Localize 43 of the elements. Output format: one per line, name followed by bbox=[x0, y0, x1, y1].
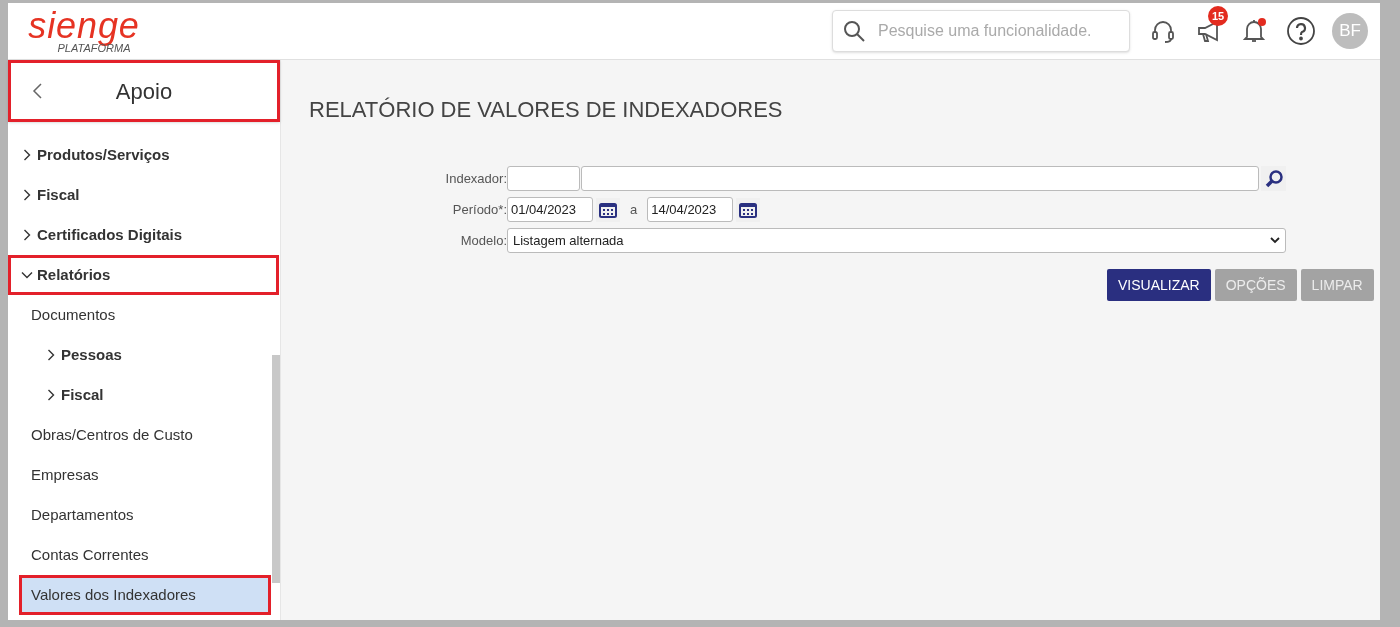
action-button[interactable]: VISUALIZAR bbox=[1107, 269, 1211, 301]
field-label: Modelo: bbox=[459, 231, 507, 250]
back-icon[interactable] bbox=[31, 82, 43, 100]
chevron-right-icon bbox=[45, 349, 57, 361]
menu-item[interactable]: Relatórios bbox=[8, 255, 279, 295]
logo: sienge PLATAFORMA bbox=[27, 8, 141, 54]
date-input-field[interactable]: 14/04/2023 bbox=[647, 197, 734, 222]
sidebar-title: Apoio bbox=[114, 77, 174, 106]
headset-icon[interactable] bbox=[1150, 18, 1176, 44]
chevron-right-icon bbox=[21, 229, 33, 241]
menu-item[interactable]: Fiscal bbox=[19, 375, 271, 415]
search-icon bbox=[842, 19, 866, 43]
bell-icon[interactable] bbox=[1242, 18, 1266, 44]
menu-item[interactable]: Empresas bbox=[19, 455, 271, 495]
calendar-button[interactable] bbox=[736, 197, 761, 222]
range-separator: a bbox=[630, 200, 638, 219]
field-label: Indexador: bbox=[444, 169, 507, 188]
menu-item[interactable]: Fiscal bbox=[8, 175, 279, 215]
menu-item[interactable]: Contas Correntes bbox=[19, 535, 271, 575]
menu-item[interactable]: Produtos/Serviços bbox=[8, 135, 279, 175]
menu-item[interactable]: Valores dos Indexadores bbox=[19, 575, 271, 615]
search-field[interactable]: Pesquise uma funcionalidade. bbox=[832, 10, 1130, 52]
chevron-right-icon bbox=[45, 389, 57, 401]
chevron-right-icon bbox=[21, 149, 33, 161]
field-label: Período*: bbox=[451, 200, 507, 219]
code-input-field[interactable] bbox=[507, 166, 580, 191]
menu-item[interactable]: Obras/Centros de Custo bbox=[19, 415, 271, 455]
calendar-button[interactable] bbox=[596, 197, 620, 222]
description-input-field[interactable] bbox=[581, 166, 1259, 191]
model-select[interactable]: Listagem alternada bbox=[507, 228, 1286, 253]
scrollbar-thumb[interactable] bbox=[272, 355, 280, 583]
menu-item[interactable]: Documentos bbox=[19, 295, 271, 335]
chevron-down-icon bbox=[1270, 237, 1280, 244]
chevron-right-icon bbox=[21, 189, 33, 201]
notification-badge: 15 bbox=[1208, 6, 1228, 26]
page-title: RELATÓRIO DE VALORES DE INDEXADORES bbox=[309, 96, 783, 124]
menu-item[interactable]: Departamentos bbox=[19, 495, 271, 535]
help-icon[interactable] bbox=[1286, 16, 1316, 46]
chevron-down-icon bbox=[21, 269, 33, 281]
search-button[interactable] bbox=[1261, 166, 1286, 191]
menu-item[interactable]: Pessoas bbox=[19, 335, 271, 375]
menu-item[interactable]: Certificados Digitais bbox=[8, 215, 279, 255]
date-input-field[interactable]: 01/04/2023 bbox=[507, 197, 593, 222]
